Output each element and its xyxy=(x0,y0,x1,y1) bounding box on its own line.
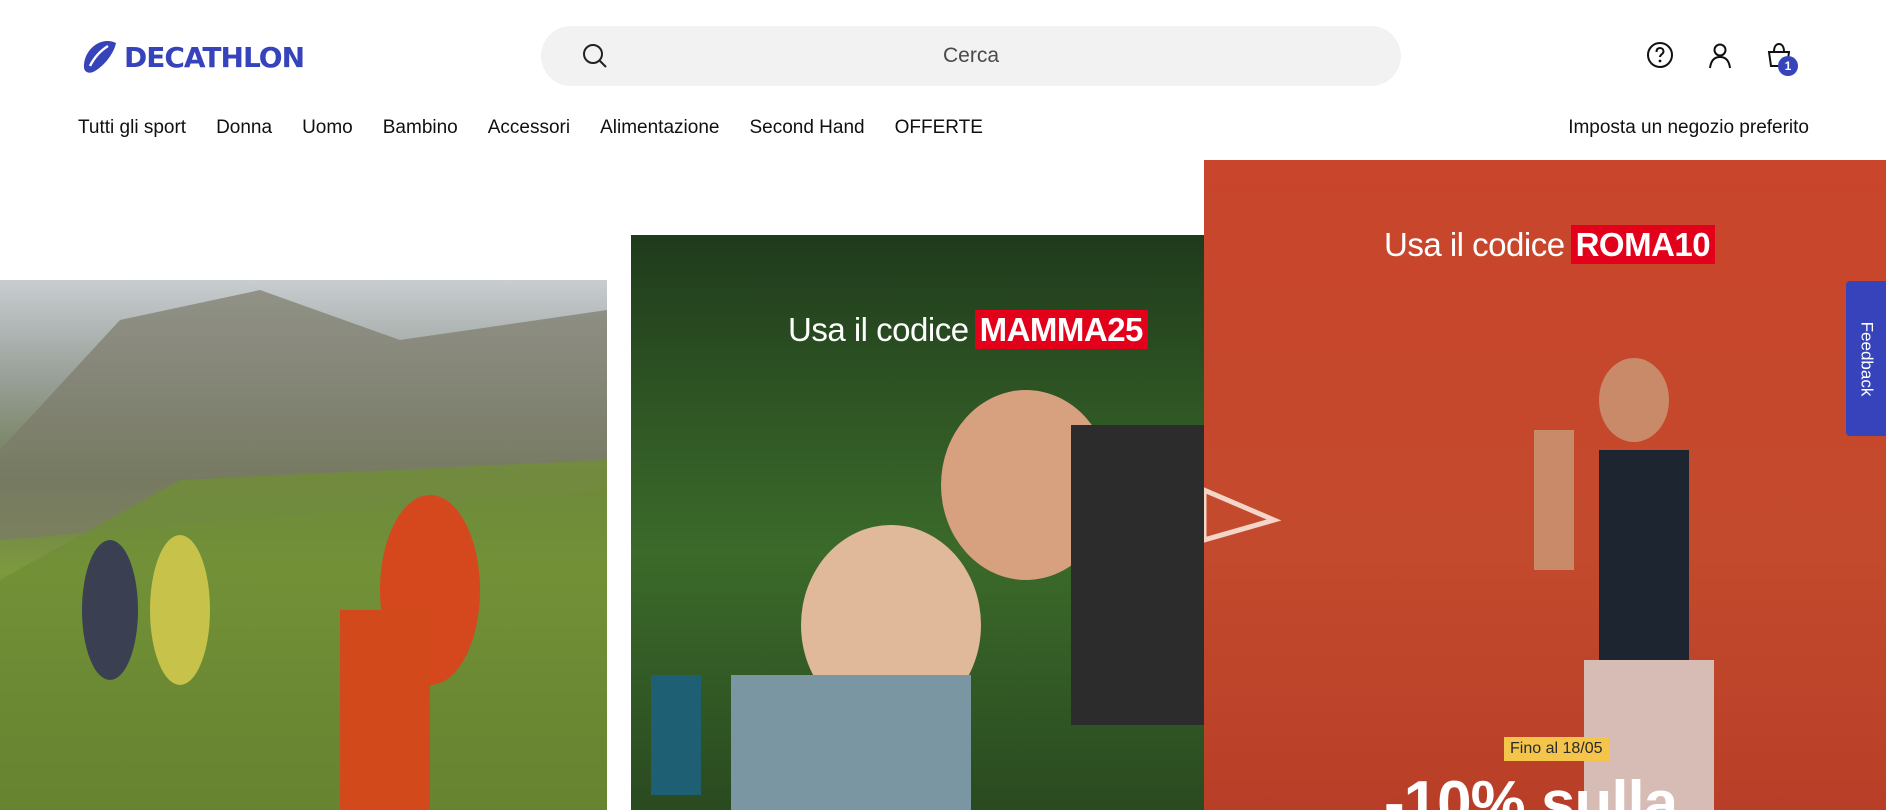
set-preferred-store-link[interactable]: Imposta un negozio preferito xyxy=(1568,117,1809,139)
decathlon-logo-icon xyxy=(83,41,116,73)
promo-code-mamma25: MAMMA25 xyxy=(974,310,1148,349)
promo-card-mamma[interactable]: Usa il codice MAMMA25 xyxy=(631,235,1204,810)
nav-item-donna[interactable]: Donna xyxy=(216,117,272,139)
nav-item-uomo[interactable]: Uomo xyxy=(302,117,353,139)
decathlon-logo[interactable]: DECATHLON xyxy=(78,38,305,76)
nav-item-alimentazione[interactable]: Alimentazione xyxy=(600,117,719,139)
promo-card-roma[interactable]: Usa il codice ROMA10 Fino al 18/05 -10% s… xyxy=(1204,160,1886,810)
promo-card-hiking[interactable] xyxy=(0,280,607,810)
promo-code-roma10: ROMA10 xyxy=(1570,225,1716,264)
help-circle-icon[interactable] xyxy=(1645,40,1675,70)
nav-item-bambino[interactable]: Bambino xyxy=(383,117,458,139)
promo-code-line: Usa il codice MAMMA25 xyxy=(788,310,1148,349)
feedback-label: Feedback xyxy=(1857,321,1877,396)
nav-item-offerte[interactable]: OFFERTE xyxy=(895,117,983,139)
hiking-image xyxy=(0,290,607,810)
promo-code-prefix-roma: Usa il codice xyxy=(1384,226,1565,263)
nav-item-tutti-gli-sport[interactable]: Tutti gli sport xyxy=(78,117,186,139)
promo-code-prefix: Usa il codice xyxy=(788,311,969,348)
user-icon[interactable] xyxy=(1705,40,1735,70)
feedback-tab[interactable]: Feedback xyxy=(1846,281,1886,436)
cart-count-badge: 1 xyxy=(1778,56,1798,76)
main-nav: Tutti gli sport Donna Uomo Bambino Acces… xyxy=(78,117,1013,139)
search-input[interactable] xyxy=(541,43,1401,69)
search-bar[interactable] xyxy=(541,26,1401,86)
promo-until-badge: Fino al 18/05 xyxy=(1504,737,1609,761)
promo-code-line-roma: Usa il codice ROMA10 xyxy=(1384,225,1716,264)
site-header: DECATHLON 1 Tutti gli sport Donna Uomo B… xyxy=(0,0,1886,160)
search-icon xyxy=(583,44,607,68)
brand-name: DECATHLON xyxy=(124,40,305,74)
nav-item-accessori[interactable]: Accessori xyxy=(488,117,570,139)
promo-headline: -10% sulla xyxy=(1384,769,1678,810)
nav-item-second-hand[interactable]: Second Hand xyxy=(749,117,864,139)
